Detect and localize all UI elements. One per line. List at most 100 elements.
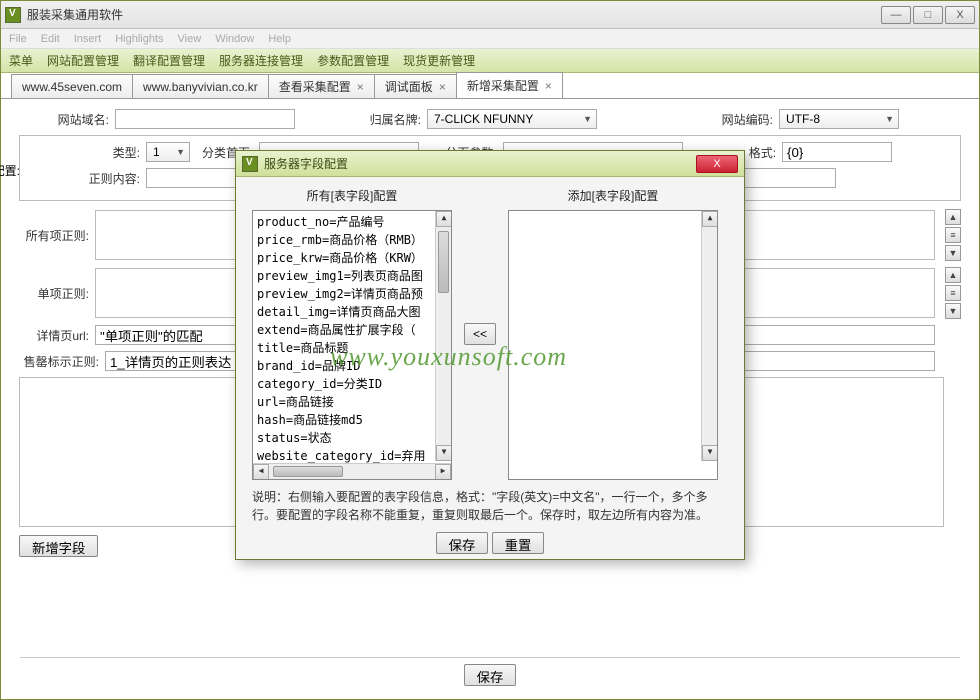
app-icon <box>242 156 258 172</box>
footer: 保存 <box>20 657 960 692</box>
list-item[interactable]: price_rmb=商品价格（RMB） <box>257 231 447 249</box>
scroll-left-icon[interactable]: ◀ <box>253 464 269 480</box>
server-field-modal: 服务器字段配置 X 所有[表字段]配置 product_no=产品编号 pric… <box>235 150 745 560</box>
window-controls: — □ X <box>881 6 975 24</box>
scroll-controls: ▲ ≡ ▼ <box>945 209 961 261</box>
format-label: 格式: <box>749 144 776 161</box>
app-title: 服装采集通用软件 <box>27 6 881 23</box>
scroll-thumb[interactable] <box>438 231 449 293</box>
faded-menu: Window <box>215 33 254 45</box>
tab-site2[interactable]: www.banyvivian.co.kr <box>132 74 269 98</box>
close-button[interactable]: X <box>945 6 975 24</box>
list-item[interactable]: extend=商品属性扩展字段（ <box>257 321 447 339</box>
modal-note: 说明：右侧输入要配置的表字段信息，格式："字段(英文)=中文名"，一行一个，多个… <box>252 488 728 524</box>
menubar: 菜单 网站配置管理 翻译配置管理 服务器连接管理 参数配置管理 现货更新管理 <box>1 49 979 73</box>
scroll-thumb-h[interactable] <box>273 466 343 477</box>
menu-param-config[interactable]: 参数配置管理 <box>317 52 389 69</box>
list-item[interactable]: brand_id=品牌ID <box>257 357 447 375</box>
arrow-up-icon[interactable]: ▲ <box>945 267 961 283</box>
scroll-down-icon[interactable]: ▼ <box>702 445 718 461</box>
transfer-buttons: << <box>464 187 496 480</box>
modal-save-button[interactable]: 保存 <box>436 532 489 554</box>
add-fields-listbox[interactable]: ▲ ▼ <box>508 210 718 480</box>
arrow-down-icon[interactable]: ▼ <box>945 303 961 319</box>
faded-menu: View <box>178 33 202 45</box>
list-item[interactable]: title=商品标题 <box>257 339 447 357</box>
menu-main[interactable]: 菜单 <box>9 52 33 69</box>
modal-titlebar: 服务器字段配置 X <box>236 151 744 177</box>
modal-title: 服务器字段配置 <box>264 155 696 172</box>
right-column-head: 添加[表字段]配置 <box>508 187 718 204</box>
close-icon[interactable]: × <box>357 80 364 94</box>
tab-label: 查看采集配置 <box>279 78 351 95</box>
tab-new-config[interactable]: 新增采集配置 × <box>456 72 563 98</box>
tab-debug[interactable]: 调试面板 × <box>374 74 457 98</box>
arrow-up-icon[interactable]: ▲ <box>945 209 961 225</box>
type-value: 1 <box>153 145 160 159</box>
list-item[interactable]: product_no=产品编号 <box>257 213 447 231</box>
tab-view-config[interactable]: 查看采集配置 × <box>268 74 375 98</box>
arrow-mid-icon[interactable]: ≡ <box>945 227 961 243</box>
list-item[interactable]: preview_img2=详情页商品预 <box>257 285 447 303</box>
encoding-select[interactable]: UTF-8 <box>779 109 899 129</box>
scrollbar-vertical[interactable]: ▲ ▼ <box>701 211 717 461</box>
list-item[interactable]: hash=商品链接md5 <box>257 411 447 429</box>
all-fields-listbox[interactable]: product_no=产品编号 price_rmb=商品价格（RMB） pric… <box>252 210 452 480</box>
encoding-label: 网站编码: <box>713 111 773 128</box>
scrollbar-vertical[interactable]: ▲ ▼ <box>435 211 451 461</box>
list-item[interactable]: status=状态 <box>257 429 447 447</box>
tab-label: www.45seven.com <box>22 80 122 94</box>
arrow-mid-icon[interactable]: ≡ <box>945 285 961 301</box>
faded-menu: Insert <box>74 33 102 45</box>
close-icon[interactable]: × <box>439 80 446 94</box>
brand-select[interactable]: 7-CLICK NFUNNY <box>427 109 597 129</box>
list-item[interactable]: detail_img=详情页商品大图 <box>257 303 447 321</box>
save-button[interactable]: 保存 <box>464 664 517 686</box>
single-item-regex-label: 单项正则: <box>19 285 89 302</box>
minimize-button[interactable]: — <box>881 6 911 24</box>
menu-translate-config[interactable]: 翻译配置管理 <box>133 52 205 69</box>
tab-label: 调试面板 <box>385 78 433 95</box>
move-left-button[interactable]: << <box>464 323 496 345</box>
scroll-right-icon[interactable]: ▶ <box>435 464 451 480</box>
scroll-down-icon[interactable]: ▼ <box>436 445 452 461</box>
format-input[interactable] <box>782 142 892 162</box>
arrow-down-icon[interactable]: ▼ <box>945 245 961 261</box>
type-label: 类型: <box>30 144 140 161</box>
site-domain-label: 网站域名: <box>19 111 109 128</box>
list-item[interactable]: url=商品链接 <box>257 393 447 411</box>
list-item[interactable]: price_krw=商品价格（KRW） <box>257 249 447 267</box>
maximize-button[interactable]: □ <box>913 6 943 24</box>
left-column-head: 所有[表字段]配置 <box>252 187 452 204</box>
menu-server-connect[interactable]: 服务器连接管理 <box>219 52 303 69</box>
menu-stock-update[interactable]: 现货更新管理 <box>403 52 475 69</box>
right-column: 添加[表字段]配置 ▲ ▼ <box>508 187 718 480</box>
site-domain-input[interactable] <box>115 109 295 129</box>
regex-content-label: 正则内容: <box>30 170 140 187</box>
left-column: 所有[表字段]配置 product_no=产品编号 price_rmb=商品价格… <box>252 187 452 480</box>
tab-label: 新增采集配置 <box>467 77 539 94</box>
modal-body: 所有[表字段]配置 product_no=产品编号 price_rmb=商品价格… <box>236 177 744 564</box>
modal-reset-button[interactable]: 重置 <box>492 532 545 554</box>
app-icon <box>5 7 21 23</box>
type-select[interactable]: 1 <box>146 142 190 162</box>
scrollbar-horizontal[interactable]: ◀ ▶ <box>253 463 451 479</box>
modal-close-button[interactable]: X <box>696 155 738 173</box>
menu-site-config[interactable]: 网站配置管理 <box>47 52 119 69</box>
brand-value: 7-CLICK NFUNNY <box>434 112 533 126</box>
encoding-value: UTF-8 <box>786 112 820 126</box>
list-item[interactable]: category_id=分类ID <box>257 375 447 393</box>
brand-label: 归属名牌: <box>361 111 421 128</box>
close-icon[interactable]: × <box>545 79 552 93</box>
titlebar: 服装采集通用软件 — □ X <box>1 1 979 29</box>
faded-menu: Highlights <box>115 33 163 45</box>
detail-url-label: 详情页url: <box>19 327 89 344</box>
tab-label: www.banyvivian.co.kr <box>143 80 258 94</box>
scroll-up-icon[interactable]: ▲ <box>702 211 718 227</box>
tab-site1[interactable]: www.45seven.com <box>11 74 133 98</box>
scroll-up-icon[interactable]: ▲ <box>436 211 452 227</box>
list-item[interactable]: preview_img1=列表页商品图 <box>257 267 447 285</box>
add-field-button[interactable]: 新增字段 <box>19 535 98 557</box>
category-config-label: 分类配置: <box>0 162 20 179</box>
all-items-regex-label: 所有项正则: <box>19 227 89 244</box>
